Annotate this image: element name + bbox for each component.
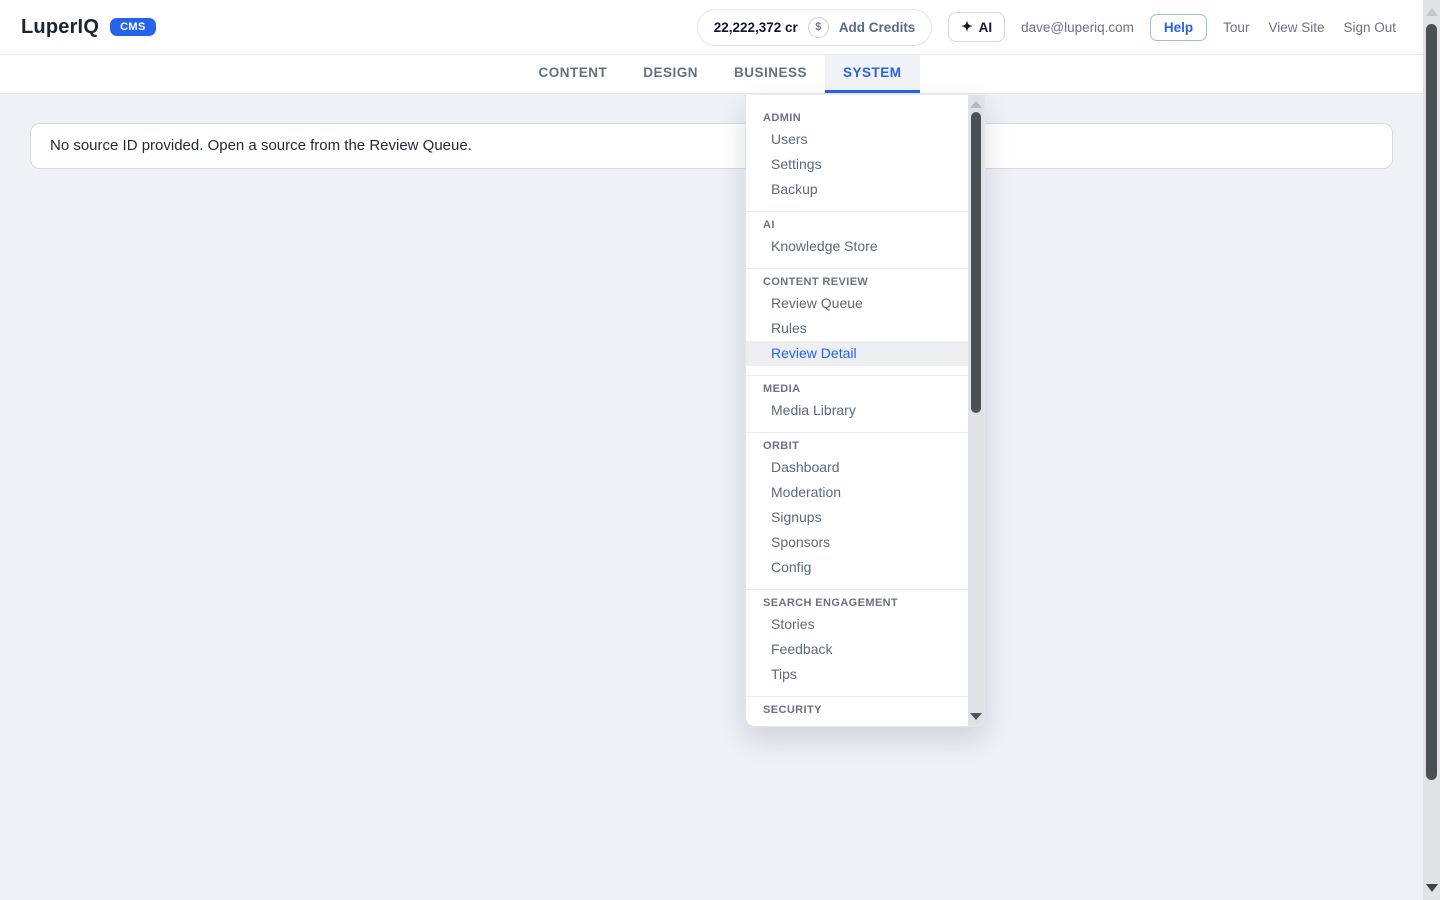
ai-button[interactable]: ✦ AI <box>948 12 1005 42</box>
scroll-down-icon[interactable] <box>970 713 982 720</box>
menu-item-feedback[interactable]: Feedback <box>746 637 968 662</box>
scroll-down-icon[interactable] <box>1426 884 1438 892</box>
app-logo: LuperIQ <box>21 16 99 39</box>
nav-tabs: CONTENTDESIGNBUSINESSSYSTEM <box>0 55 1440 93</box>
alert-message: No source ID provided. Open a source fro… <box>50 137 472 154</box>
ai-button-label: AI <box>979 20 993 35</box>
menu-section-header: CONTENT REVIEW <box>746 271 968 291</box>
menu-section-orbit: ORBITDashboardModerationSignupsSponsorsC… <box>746 432 968 589</box>
menu-section-header: AI <box>746 214 968 234</box>
menu-item-moderation[interactable]: Moderation <box>746 480 968 505</box>
menu-section-search-engagement: SEARCH ENGAGEMENTStoriesFeedbackTips <box>746 589 968 696</box>
app-header: LuperIQ CMS 22,222,372 cr $ Add Credits … <box>0 0 1440 55</box>
scroll-up-icon[interactable] <box>970 101 982 108</box>
primary-nav: CONTENTDESIGNBUSINESSSYSTEM <box>0 55 1440 94</box>
page-scrollbar-thumb[interactable] <box>1426 24 1437 780</box>
menu-item-media-library[interactable]: Media Library <box>746 398 968 423</box>
menu-item-tips[interactable]: Tips <box>746 662 968 687</box>
tab-system[interactable]: SYSTEM <box>825 55 920 93</box>
menu-item-review-queue[interactable]: Review Queue <box>746 291 968 316</box>
menu-item-rules[interactable]: Rules <box>746 316 968 341</box>
menu-item-backup[interactable]: Backup <box>746 177 968 202</box>
menu-item-review-detail[interactable]: Review Detail <box>746 341 968 366</box>
dropdown-scrollbar-thumb[interactable] <box>971 112 981 413</box>
menu-section-header: SEARCH ENGAGEMENT <box>746 592 968 612</box>
menu-item-knowledge-store[interactable]: Knowledge Store <box>746 234 968 259</box>
menu-item-settings[interactable]: Settings <box>746 152 968 177</box>
alert-banner: No source ID provided. Open a source fro… <box>30 123 1393 169</box>
system-dropdown-menu: ADMINUsersSettingsBackupAIKnowledge Stor… <box>745 95 985 727</box>
credits-pill[interactable]: 22,222,372 cr $ Add Credits <box>697 9 933 46</box>
menu-item-signups[interactable]: Signups <box>746 505 968 530</box>
view-site-link[interactable]: View Site <box>1268 20 1324 35</box>
menu-item-sponsors[interactable]: Sponsors <box>746 530 968 555</box>
menu-section-media: MEDIAMedia Library <box>746 375 968 432</box>
scroll-up-icon[interactable] <box>1426 8 1438 16</box>
main-content: No source ID provided. Open a source fro… <box>0 123 1423 169</box>
menu-section-admin: ADMINUsersSettingsBackup <box>746 105 968 211</box>
tab-business[interactable]: BUSINESS <box>716 55 825 93</box>
menu-item-users[interactable]: Users <box>746 127 968 152</box>
menu-section-header: SECURITY <box>746 699 968 719</box>
menu-content: ADMINUsersSettingsBackupAIKnowledge Stor… <box>746 95 968 726</box>
tab-content[interactable]: CONTENT <box>520 55 625 93</box>
menu-item-stories[interactable]: Stories <box>746 612 968 637</box>
credits-amount: 22,222,372 cr <box>714 20 798 35</box>
add-credits-button[interactable]: Add Credits <box>839 20 916 35</box>
menu-section-header: ORBIT <box>746 435 968 455</box>
header-links: Tour View Site Sign Out <box>1223 20 1396 35</box>
menu-section-header: ADMIN <box>746 107 968 127</box>
cms-badge: CMS <box>110 18 156 36</box>
help-button[interactable]: Help <box>1150 14 1207 41</box>
tour-link[interactable]: Tour <box>1223 20 1249 35</box>
menu-section-header: MEDIA <box>746 378 968 398</box>
menu-item-dashboard[interactable]: Dashboard <box>746 719 968 726</box>
sign-out-link[interactable]: Sign Out <box>1343 20 1396 35</box>
user-email: dave@luperiq.com <box>1021 20 1134 35</box>
menu-item-dashboard[interactable]: Dashboard <box>746 455 968 480</box>
dropdown-scrollbar[interactable] <box>968 95 984 726</box>
page-scrollbar[interactable] <box>1423 0 1440 900</box>
menu-section-content-review: CONTENT REVIEWReview QueueRulesReview De… <box>746 268 968 375</box>
brand: LuperIQ CMS <box>21 16 156 39</box>
menu-item-config[interactable]: Config <box>746 555 968 580</box>
sparkle-icon: ✦ <box>961 19 972 35</box>
menu-section-security: SECURITYDashboard <box>746 696 968 726</box>
menu-section-ai: AIKnowledge Store <box>746 211 968 268</box>
header-actions: 22,222,372 cr $ Add Credits ✦ AI dave@lu… <box>697 9 1396 46</box>
tab-design[interactable]: DESIGN <box>625 55 716 93</box>
dollar-icon: $ <box>808 17 829 38</box>
